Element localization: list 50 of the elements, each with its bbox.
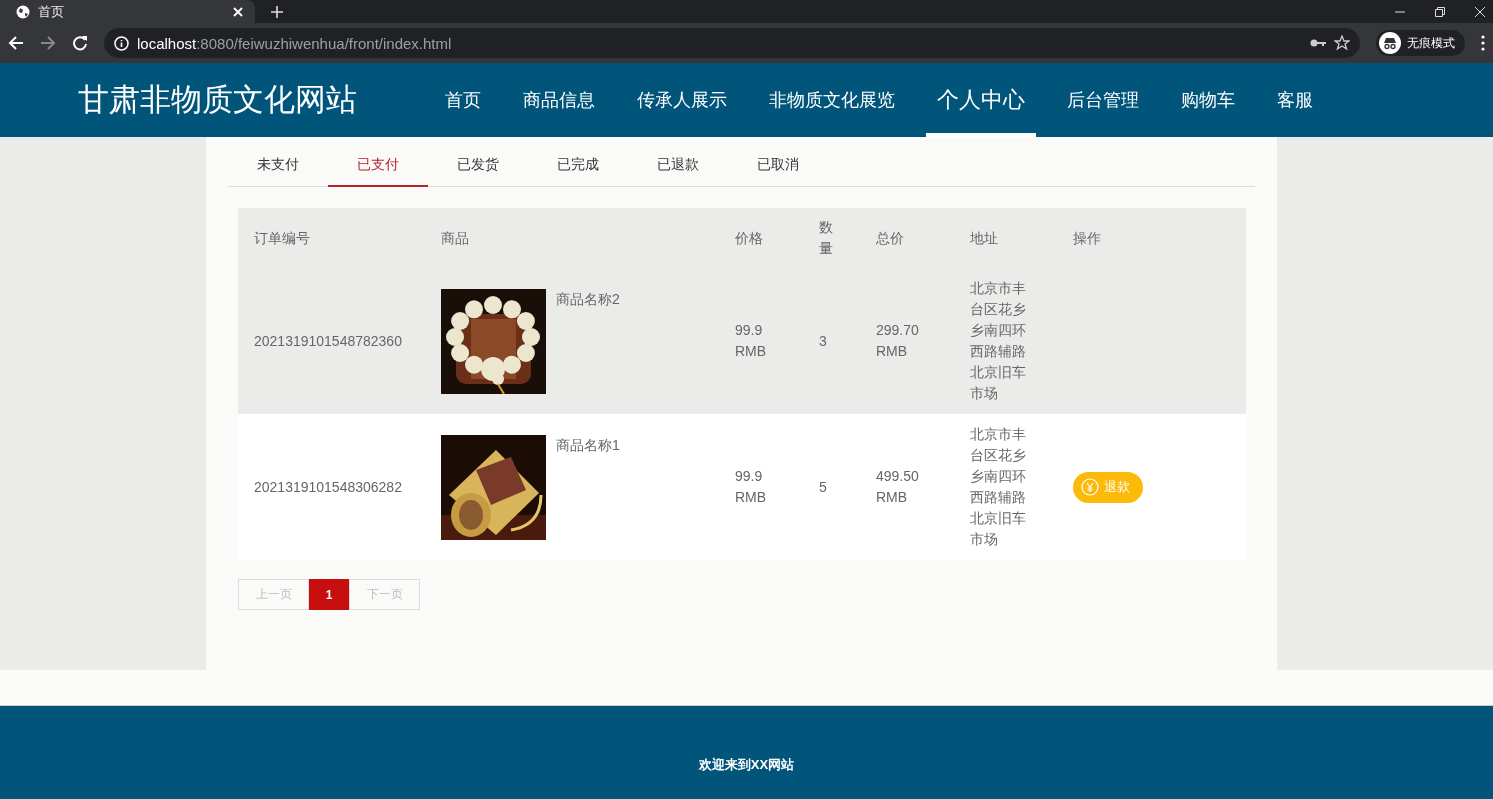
- column-header: 商品: [441, 229, 469, 246]
- new-tab-icon[interactable]: [271, 5, 283, 18]
- menu-icon[interactable]: [1481, 35, 1485, 51]
- quantity: 5: [819, 478, 827, 495]
- restore-icon[interactable]: [1435, 6, 1445, 17]
- nav-link[interactable]: 客服: [1256, 63, 1334, 137]
- footer-text: 欢迎来到XX网站: [698, 756, 795, 774]
- key-icon[interactable]: [1310, 38, 1326, 48]
- forward-arrow-icon[interactable]: [40, 35, 56, 51]
- column-header: 总价: [876, 229, 904, 246]
- url-text[interactable]: localhost:8080/feiwuzhiwenhua/front/index.html: [137, 34, 452, 52]
- nav-link[interactable]: 传承人展示: [616, 63, 748, 137]
- price: 99.9 RMB: [735, 468, 767, 505]
- order-number: 2021319101548782360: [254, 332, 402, 349]
- nav-link[interactable]: 非物质文化展览: [748, 63, 916, 137]
- order-tab[interactable]: 已取消: [728, 145, 828, 187]
- nav-link[interactable]: 商品信息: [502, 63, 616, 137]
- order-tab[interactable]: 未支付: [228, 145, 328, 187]
- product-name[interactable]: 商品名称2: [556, 288, 620, 310]
- back-arrow-icon[interactable]: [8, 35, 24, 51]
- nav-link[interactable]: 后台管理: [1046, 63, 1160, 137]
- order-number: 2021319101548306282: [254, 478, 402, 495]
- star-icon[interactable]: [1334, 35, 1350, 51]
- page-number-button[interactable]: 1: [309, 579, 349, 610]
- address: 北京市丰台区花乡乡南四环西路辅路北京旧车市场: [970, 279, 1027, 403]
- price: 99.9 RMB: [735, 322, 767, 359]
- info-icon[interactable]: [114, 35, 129, 51]
- globe-icon: [16, 4, 30, 19]
- product-name[interactable]: 商品名称1: [556, 434, 620, 456]
- order-tab[interactable]: 已发货: [428, 145, 528, 187]
- total-price: 499.50 RMB: [876, 468, 919, 505]
- close-icon[interactable]: [1475, 6, 1485, 17]
- reload-icon[interactable]: [72, 35, 88, 51]
- column-header: 操作: [1073, 229, 1101, 246]
- incognito-icon: [1379, 32, 1401, 54]
- nav-link[interactable]: 购物车: [1160, 63, 1256, 137]
- order-tab[interactable]: 已支付: [328, 145, 428, 187]
- yen-icon: [1081, 478, 1099, 496]
- quantity: 3: [819, 332, 827, 349]
- site-title: 甘肃非物质文化网站: [78, 81, 358, 119]
- column-header: 订单编号: [254, 229, 310, 246]
- order-tab[interactable]: 已退款: [628, 145, 728, 187]
- column-header: 价格: [735, 229, 763, 246]
- incognito-button[interactable]: 无痕模式: [1376, 30, 1465, 56]
- column-header: 数量: [819, 219, 833, 256]
- total-price: 299.70 RMB: [876, 322, 919, 359]
- order-tab[interactable]: 已完成: [528, 145, 628, 187]
- nav-link[interactable]: 首页: [424, 63, 502, 137]
- address: 北京市丰台区花乡乡南四环西路辅路北京旧车市场: [970, 425, 1027, 549]
- column-header: 地址: [970, 229, 998, 246]
